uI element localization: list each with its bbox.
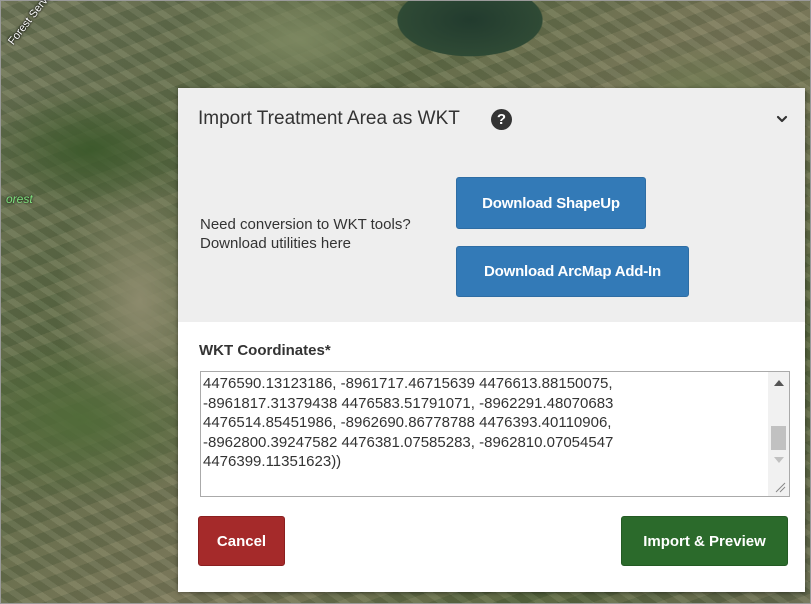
panel-header-section: Import Treatment Area as WKT ? Need conv…: [178, 88, 805, 322]
panel-title: Import Treatment Area as WKT: [198, 108, 460, 129]
scroll-thumb[interactable]: [771, 426, 786, 450]
cancel-button[interactable]: Cancel: [198, 516, 285, 566]
hint-line-2: Download utilities here: [200, 235, 351, 252]
download-arcmap-addin-button[interactable]: Download ArcMap Add-In: [456, 246, 689, 297]
conversion-hint: Need conversion to WKT tools? Download u…: [200, 215, 460, 253]
import-preview-button[interactable]: Import & Preview: [621, 516, 788, 566]
scroll-down-arrow-icon[interactable]: [774, 457, 784, 463]
hint-line-1: Need conversion to WKT tools?: [200, 216, 411, 233]
import-wkt-panel: Import Treatment Area as WKT ? Need conv…: [178, 88, 805, 592]
wkt-coordinates-textarea[interactable]: 4476590.13123186, -8961717.46715639 4476…: [200, 371, 790, 497]
resize-grip-icon[interactable]: [768, 475, 789, 496]
wkt-coordinates-value[interactable]: 4476590.13123186, -8961717.46715639 4476…: [203, 374, 766, 492]
chevron-down-icon[interactable]: [775, 112, 789, 126]
wkt-coordinates-label: WKT Coordinates*: [199, 342, 331, 359]
download-shapeup-button[interactable]: Download ShapeUp: [456, 177, 646, 229]
area-label: orest: [6, 192, 33, 206]
question-circle-icon[interactable]: ?: [491, 109, 512, 130]
scroll-up-arrow-icon[interactable]: [774, 380, 784, 386]
